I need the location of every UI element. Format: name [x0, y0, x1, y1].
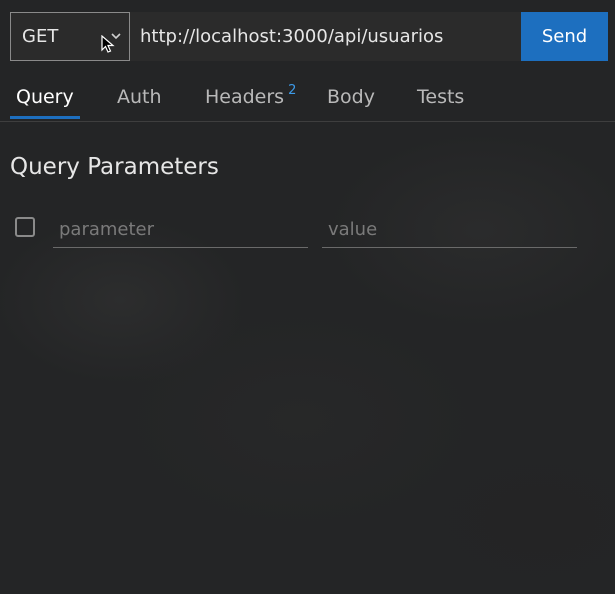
send-button[interactable]: Send	[521, 12, 608, 61]
tab-headers[interactable]: Headers 2	[205, 82, 296, 120]
active-tab-indicator	[10, 116, 80, 119]
request-tabs: Query Auth Headers 2 Body Tests	[0, 82, 615, 122]
url-input[interactable]	[130, 12, 521, 61]
tab-body[interactable]: Body	[327, 82, 375, 120]
query-param-row	[15, 212, 580, 250]
tab-label: Tests	[417, 86, 465, 108]
parameter-input[interactable]	[53, 212, 308, 248]
tab-query[interactable]: Query	[16, 82, 74, 120]
request-url-bar: GET Send	[10, 12, 608, 61]
tab-label: Query	[16, 86, 74, 108]
method-select[interactable]: GET	[10, 12, 130, 61]
headers-count-badge: 2	[288, 83, 297, 98]
value-input[interactable]	[322, 212, 577, 248]
tab-label: Headers	[205, 86, 285, 108]
chevron-down-icon	[111, 32, 121, 42]
query-parameters-title: Query Parameters	[10, 154, 219, 180]
method-label: GET	[22, 26, 59, 47]
tab-label: Auth	[117, 86, 162, 108]
tab-tests[interactable]: Tests	[417, 82, 464, 120]
param-enabled-checkbox[interactable]	[15, 217, 35, 237]
tab-auth[interactable]: Auth	[117, 82, 162, 120]
tab-label: Body	[327, 86, 375, 108]
